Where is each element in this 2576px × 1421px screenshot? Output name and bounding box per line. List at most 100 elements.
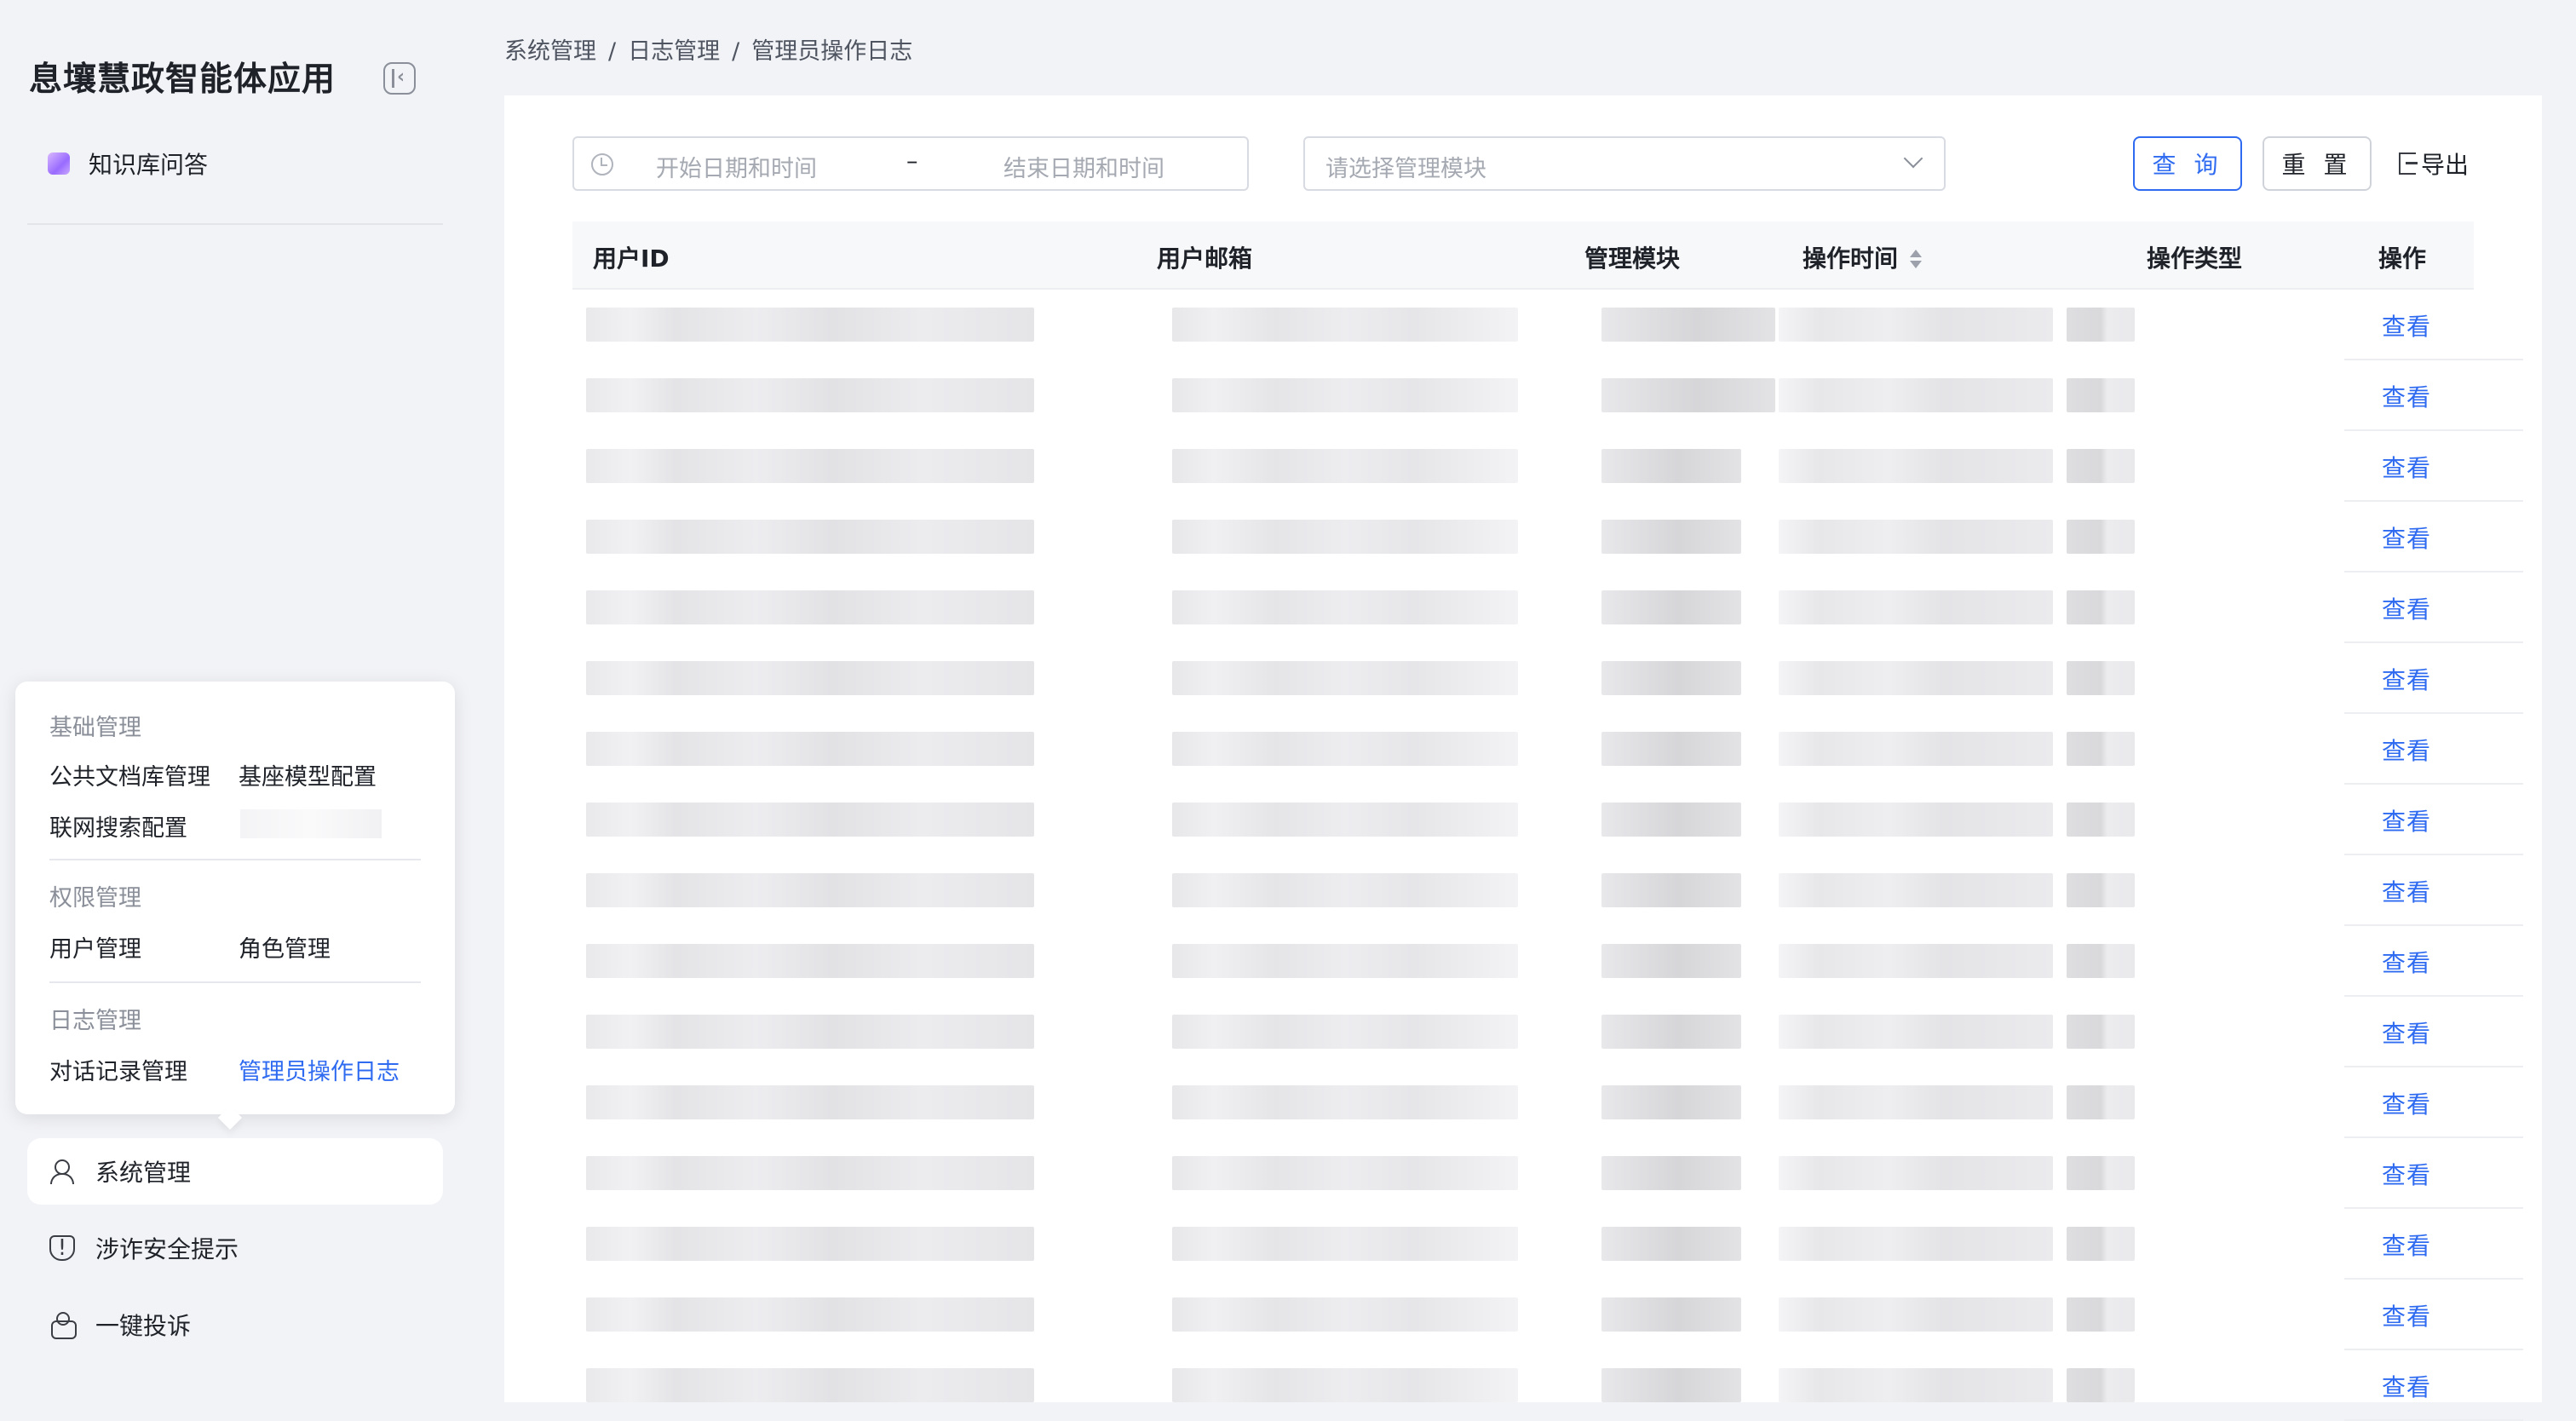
table-row: 查看: [572, 290, 2523, 360]
view-link[interactable]: 查看: [2382, 1369, 2431, 1403]
view-link[interactable]: 查看: [2382, 1298, 2431, 1332]
redacted-module: [1601, 803, 1741, 837]
breadcrumb: 系统管理 / 日志管理 / 管理员操作日志: [504, 38, 913, 65]
date-range-separator: –: [906, 148, 918, 175]
query-button[interactable]: 查 询: [2133, 136, 2242, 191]
redacted-op-type: [2067, 944, 2135, 978]
redacted-op-time: [1779, 873, 2053, 907]
redacted-op-time: [1779, 732, 2053, 766]
redacted-module: [1601, 590, 1741, 624]
redacted-op-type: [2067, 520, 2135, 554]
redacted-user-id: [586, 520, 1034, 554]
redacted-user-email: [1172, 1297, 1518, 1332]
view-link[interactable]: 查看: [2382, 1157, 2431, 1191]
redacted-op-time: [1779, 1156, 2053, 1190]
view-link[interactable]: 查看: [2382, 803, 2431, 837]
content-card: 开始日期和时间 – 结束日期和时间 请选择管理模块 查 询 重 置 导出 用户I…: [504, 95, 2542, 1421]
knowledge-base-icon: [48, 152, 70, 175]
redacted-user-email: [1172, 1368, 1518, 1402]
redacted-op-type: [2067, 1015, 2135, 1049]
redacted-op-type: [2067, 590, 2135, 624]
table-row: 查看: [572, 1280, 2523, 1350]
redacted-op-time: [1779, 1227, 2053, 1261]
sidebar-divider: [27, 223, 443, 225]
menu-link-role-management[interactable]: 角色管理: [239, 930, 331, 964]
module-select[interactable]: 请选择管理模块: [1303, 136, 1946, 191]
date-start-input[interactable]: 开始日期和时间: [656, 150, 817, 183]
breadcrumb-item-current: 管理员操作日志: [751, 38, 913, 65]
breadcrumb-item[interactable]: 日志管理: [628, 38, 720, 65]
view-link[interactable]: 查看: [2382, 1086, 2431, 1120]
redacted-op-time: [1779, 520, 2053, 554]
table-header: 用户ID 用户邮箱 管理模块 操作时间 操作类型 操作: [572, 221, 2474, 290]
sort-icon[interactable]: [1910, 250, 1923, 270]
redacted-user-email: [1172, 1085, 1518, 1119]
table-row: 查看: [572, 1067, 2523, 1138]
view-link[interactable]: 查看: [2382, 874, 2431, 908]
view-link[interactable]: 查看: [2382, 308, 2431, 342]
view-link[interactable]: 查看: [2382, 1015, 2431, 1050]
breadcrumb-item[interactable]: 系统管理: [504, 38, 596, 65]
sidebar-item-system-management[interactable]: 系统管理: [27, 1138, 443, 1205]
popover-divider: [49, 859, 421, 860]
redacted-user-id: [586, 1297, 1034, 1332]
sidebar-item-label: 知识库问答: [89, 151, 209, 179]
redacted-user-id: [586, 944, 1034, 978]
redacted-module: [1601, 944, 1741, 978]
export-label: 导出: [2421, 151, 2470, 179]
view-link[interactable]: 查看: [2382, 1228, 2431, 1262]
table-row: 查看: [572, 714, 2523, 785]
menu-link-public-doc-library[interactable]: 公共文档库管理: [49, 758, 210, 791]
redacted-module: [1601, 1227, 1741, 1261]
menu-link-admin-operation-log[interactable]: 管理员操作日志: [239, 1053, 400, 1086]
redacted-module: [1601, 378, 1775, 412]
redacted-user-email: [1172, 944, 1518, 978]
menu-link-user-management[interactable]: 用户管理: [49, 930, 141, 964]
view-link[interactable]: 查看: [2382, 450, 2431, 484]
redacted-op-time: [1779, 803, 2053, 837]
view-link[interactable]: 查看: [2382, 591, 2431, 625]
redacted-module: [1601, 661, 1741, 695]
table-row: 查看: [572, 926, 2523, 997]
redacted-user-id: [586, 1156, 1034, 1190]
redacted-op-type: [2067, 1297, 2135, 1332]
redacted-user-id: [586, 1015, 1034, 1049]
sidebar-item-complaint[interactable]: 一键投诉: [27, 1292, 443, 1358]
collapse-panel-icon[interactable]: ‹: [383, 62, 416, 95]
redacted-op-time: [1779, 1368, 2053, 1402]
redacted-op-type: [2067, 873, 2135, 907]
sidebar-item-label: 系统管理: [95, 1159, 192, 1187]
chevron-down-icon: [1903, 148, 1923, 169]
menu-link-base-model-config[interactable]: 基座模型配置: [239, 758, 377, 791]
redacted-user-email: [1172, 1156, 1518, 1190]
popover-divider: [49, 981, 421, 983]
redacted-user-id: [586, 1085, 1034, 1119]
redacted-op-type: [2067, 732, 2135, 766]
redacted-module: [1601, 520, 1741, 554]
menu-link-conversation-records[interactable]: 对话记录管理: [49, 1053, 187, 1086]
sidebar-item-knowledge-base[interactable]: 知识库问答: [48, 145, 208, 182]
view-link[interactable]: 查看: [2382, 379, 2431, 413]
view-link[interactable]: 查看: [2382, 521, 2431, 555]
redacted-user-email: [1172, 520, 1518, 554]
view-link[interactable]: 查看: [2382, 945, 2431, 979]
menu-link-web-search-config[interactable]: 联网搜索配置: [49, 809, 187, 843]
sidebar-item-fraud-safety[interactable]: ! 涉诈安全提示: [27, 1215, 443, 1281]
app-title: 息壤慧政智能体应用: [29, 60, 336, 99]
column-header-op-time[interactable]: 操作时间: [1803, 240, 1923, 274]
redacted-module: [1601, 1297, 1741, 1332]
redacted-module: [1601, 449, 1741, 483]
export-button[interactable]: 导出: [2399, 136, 2469, 191]
column-header-user-email: 用户邮箱: [1157, 245, 1253, 273]
date-range-picker[interactable]: 开始日期和时间 – 结束日期和时间: [572, 136, 1249, 191]
redacted-user-email: [1172, 661, 1518, 695]
date-end-input[interactable]: 结束日期和时间: [1003, 150, 1164, 183]
view-link[interactable]: 查看: [2382, 662, 2431, 696]
reset-button[interactable]: 重 置: [2263, 136, 2372, 191]
sidebar-item-label: 一键投诉: [95, 1312, 192, 1340]
view-link[interactable]: 查看: [2382, 733, 2431, 767]
redacted-menu-item: [240, 809, 382, 838]
redacted-user-id: [586, 803, 1034, 837]
redacted-user-id: [586, 732, 1034, 766]
redacted-op-type: [2067, 1156, 2135, 1190]
